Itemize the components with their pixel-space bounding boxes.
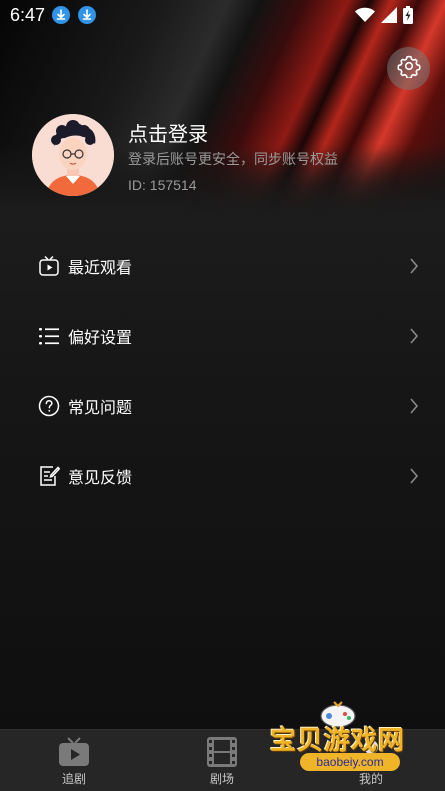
tv-play-icon — [38, 255, 60, 277]
nav-tab-label: 剧场 — [209, 772, 234, 786]
menu-item-preferences[interactable]: 偏好设置 — [0, 301, 445, 371]
signal-icon — [381, 7, 397, 28]
gear-icon — [396, 54, 421, 83]
status-bar: 6:47 — [0, 0, 445, 30]
chevron-right-icon — [410, 398, 419, 414]
menu-item-label: 最近观看 — [68, 260, 133, 277]
watermark: 宝贝游戏网 baobeiy.com — [266, 698, 441, 788]
menu-item-faq[interactable]: 常见问题 — [0, 371, 445, 441]
menu-item-label: 偏好设置 — [68, 330, 133, 347]
menu-item-recently-watched[interactable]: 最近观看 — [0, 231, 445, 301]
chevron-right-icon — [410, 468, 419, 484]
battery-charging-icon — [403, 6, 413, 29]
menu-item-feedback[interactable]: 意见反馈 — [0, 441, 445, 511]
download-icon — [52, 6, 70, 24]
avatar-illustration — [32, 114, 114, 196]
nav-tab-follow[interactable]: 追剧 — [44, 736, 104, 787]
menu-item-label: 意见反馈 — [68, 470, 133, 487]
menu-list: 最近观看 偏好设置 常见问题 意见反馈 — [0, 231, 445, 511]
download-icon — [78, 6, 96, 24]
wifi-icon — [355, 7, 375, 28]
user-id: ID: 157514 — [128, 177, 197, 193]
status-time: 6:47 — [10, 5, 46, 25]
list-settings-icon — [38, 325, 60, 347]
tv-icon — [57, 736, 91, 768]
watermark-url: baobeiy.com — [300, 753, 400, 771]
watermark-text: 宝贝游戏网 — [270, 726, 406, 756]
avatar[interactable] — [32, 114, 114, 196]
nav-tab-label: 追剧 — [61, 772, 86, 786]
nav-tab-theater[interactable]: 剧场 — [192, 736, 252, 787]
menu-item-label: 常见问题 — [68, 400, 133, 417]
chevron-right-icon — [410, 258, 419, 274]
chevron-right-icon — [410, 328, 419, 344]
settings-button[interactable] — [387, 47, 430, 90]
help-circle-icon — [38, 395, 60, 417]
login-title[interactable]: 点击登录 — [128, 118, 208, 147]
feedback-edit-icon — [38, 465, 60, 487]
film-strip-icon — [205, 736, 239, 768]
login-subtitle: 登录后账号更安全，同步账号权益 — [128, 151, 338, 167]
